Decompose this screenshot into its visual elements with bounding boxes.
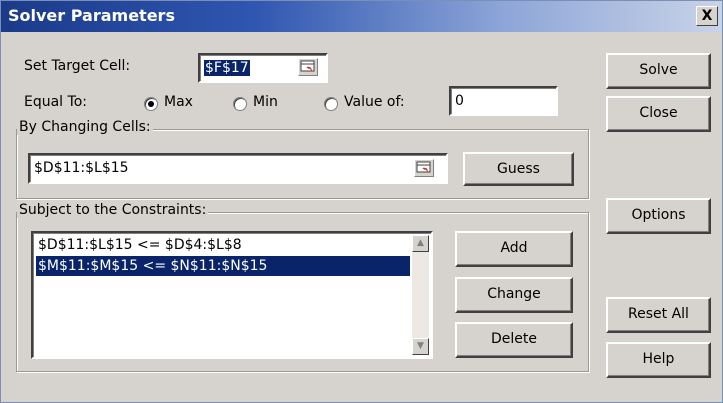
constraints-scrollbar[interactable]: ▲ ▼ [412,235,429,355]
min-radio-label: Min [253,94,278,110]
target-cell-ref-icon[interactable] [298,58,318,76]
max-radio[interactable] [144,97,158,111]
constraints-list[interactable]: $D$11:$L$15 <= $D$4:$L$8 $M$11:$M$15 <= … [31,231,433,359]
target-cell-value: $F$17 [204,60,250,76]
min-radio[interactable] [233,97,247,111]
help-button[interactable]: Help [606,342,711,378]
equal-to-label: Equal To: [24,94,87,110]
constraint-item[interactable]: $D$11:$L$15 <= $D$4:$L$8 [36,235,244,255]
value-of-field[interactable]: 0 [449,86,558,116]
reset-all-button[interactable]: Reset All [606,297,711,333]
changing-cells-value: $D$11:$L$15 [34,160,129,176]
value-of-radio[interactable] [324,97,338,111]
changing-cells-field[interactable]: $D$11:$L$15 [28,153,448,184]
guess-button[interactable]: Guess [463,152,574,186]
add-button[interactable]: Add [455,231,573,267]
max-radio-label: Max [164,94,193,110]
change-button[interactable]: Change [455,277,573,313]
solve-button[interactable]: Solve [606,53,711,89]
title-bar: Solver Parameters X [1,1,722,32]
target-cell-label: Set Target Cell: [24,58,131,74]
changing-cells-ref-icon[interactable] [414,159,434,177]
changing-cells-label: By Changing Cells: [17,119,153,135]
window-title: Solver Parameters [8,6,175,25]
scroll-up-icon[interactable]: ▲ [412,235,429,252]
value-of-value: 0 [455,93,464,109]
options-button[interactable]: Options [606,198,711,234]
scroll-down-icon[interactable]: ▼ [412,338,429,355]
solver-dialog: Solver Parameters X Set Target Cell: $F$… [0,0,723,403]
constraint-item-selected[interactable]: $M$11:$M$15 <= $N$11:$N$15 [36,256,410,276]
value-of-radio-label: Value of: [344,94,405,110]
close-window-button[interactable]: X [696,6,718,26]
delete-button[interactable]: Delete [455,322,573,358]
close-button[interactable]: Close [606,96,711,132]
constraints-label: Subject to the Constraints: [17,202,209,218]
